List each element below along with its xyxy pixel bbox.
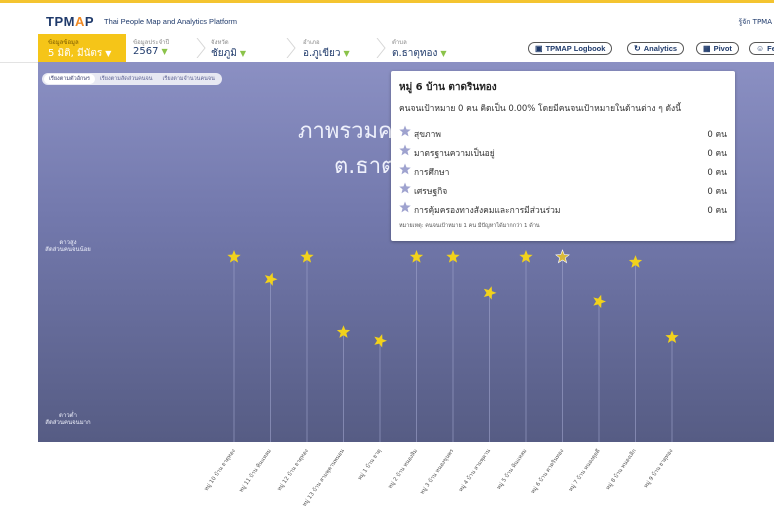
chevron-separator-icon (196, 38, 206, 58)
chevron-down-icon: ▼ (161, 47, 168, 56)
x-tick-label: หมู่ 8 บ้าน หนองเลิก (605, 448, 638, 492)
chevron-down-icon: ▼ (343, 49, 350, 58)
tooltip-row-name: มาตรฐานความเป็นอยู่ (414, 149, 495, 159)
tooltip-row-count: 0 คน (707, 149, 727, 159)
filter-value: ต.ธาตุทอง (392, 48, 438, 59)
tooltip-row-count: 0 คน (707, 206, 727, 216)
x-tick-label: หมู่ 7 บ้าน หนองคุยคี (567, 448, 602, 493)
refresh-icon: ↻ (634, 44, 641, 53)
village-tooltip: หมู่ 6 บ้าน ตาดรินทอง คนจนเป้าหมาย 0 คน … (391, 71, 735, 241)
chevron-separator-icon (286, 38, 296, 58)
tooltip-row-name: การศึกษา (414, 168, 450, 178)
pivot-label: Pivot (713, 44, 732, 53)
chevron-down-icon: ▼ (105, 49, 112, 58)
x-tick-label: หมู่ 12 บ้าน ธาตุทอง (276, 448, 310, 493)
x-tick-label: หมู่ 11 บ้าน หินแหลม (238, 448, 273, 494)
filter-year[interactable]: ข้อมูลประจำปี 2567 ▼ (133, 34, 193, 62)
star-icon (399, 201, 411, 213)
filter-value: 5 มิติ, มีนัตร (48, 48, 103, 59)
tooltip-row: การศึกษา 0 คน (399, 163, 727, 178)
filter-value: อ.ภูเขียว (303, 48, 341, 59)
tooltip-row: สุขภาพ 0 คน (399, 125, 727, 140)
tooltip-note: หมายเหตุ: คนจนเป้าหมาย 1 คน มีปัญหาได้มา… (399, 223, 540, 229)
star-icon (399, 144, 411, 156)
x-tick-label: หมู่ 3 บ้าน หนองขุนพร (419, 448, 456, 496)
tooltip-row-name: สุขภาพ (414, 130, 441, 140)
filter-value: ชัยภูมิ (211, 48, 237, 59)
tagline: Thai People Map and Analytics Platform (104, 17, 237, 26)
tpmap-logo[interactable]: TPMAP (46, 14, 94, 29)
tooltip-title: หมู่ 6 บ้าน ตาดรินทอง (399, 82, 497, 93)
logbook-label: TPMAP Logbook (545, 44, 606, 53)
tooltip-subtitle: คนจนเป้าหมาย 0 คน คิดเป็น 0.00% โดยมีคนจ… (399, 104, 682, 114)
chevron-down-icon: ▼ (440, 49, 447, 58)
about-link[interactable]: รู้จัก TPMA (738, 17, 772, 28)
analytics-button[interactable]: ↻ Analytics (627, 42, 685, 55)
x-tick-label: หมู่ 4 บ้าน สามพุคาน (458, 448, 492, 494)
x-tick-label: หมู่ 13 บ้าน สามพุคานพนอน (301, 448, 346, 508)
tooltip-row: การคุ้มครองทางสังคมและการมีส่วนร่วม 0 คน (399, 201, 727, 216)
star-icon (399, 163, 411, 175)
x-axis-labels: หมู่ 10 บ้าน ธาตุทอง หมู่ 11 บ้าน หินแหลม… (0, 442, 774, 520)
filter-dimension[interactable]: ข้อมูลข้อมูล 5 มิติ, มีนัตร ▼ (38, 34, 126, 62)
tooltip-row-count: 0 คน (707, 168, 727, 178)
filter-district[interactable]: อำเภอ อ.ภูเขียว ▼ (303, 34, 373, 62)
logbook-button[interactable]: ▣ TPMAP Logbook (528, 42, 613, 55)
tooltip-row-count: 0 คน (707, 187, 727, 197)
star-icon (399, 125, 411, 137)
filter-subdistrict[interactable]: ตำบล ต.ธาตุทอง ▼ (392, 34, 472, 62)
analytics-label: Analytics (643, 44, 678, 53)
smile-icon: ☺ (756, 44, 765, 53)
feedback-button[interactable]: ☺ Fe (749, 42, 774, 55)
tooltip-row-count: 0 คน (707, 130, 727, 140)
x-tick-label: หมู่ 9 บ้าน ธาตุทอง (643, 448, 675, 490)
x-tick-label: หมู่ 10 บ้าน ธาตุทอง (203, 448, 237, 493)
x-tick-label: หมู่ 6 บ้าน ตาดรินทอง (529, 448, 565, 496)
star-icon (399, 182, 411, 194)
tooltip-row: มาตรฐานความเป็นอยู่ 0 คน (399, 144, 727, 159)
feedback-label: Fe (767, 44, 774, 53)
tooltip-row-name: เศรษฐกิจ (414, 187, 448, 197)
chevron-down-icon: ▼ (239, 49, 246, 58)
pivot-icon: ▦ (703, 44, 711, 53)
tooltip-row: เศรษฐกิจ 0 คน (399, 182, 727, 197)
x-tick-label: หมู่ 2 บ้าน หนองสิม (387, 448, 419, 490)
x-tick-label: หมู่ 1 บ้าน ธาตุ (356, 448, 383, 482)
book-icon: ▣ (535, 44, 543, 53)
filter-province[interactable]: จังหวัด ชัยภูมิ ▼ (211, 34, 281, 62)
top-bar: TPMAP Thai People Map and Analytics Plat… (0, 0, 774, 34)
chart-panel: เรียงตามตัวอักษร เรียงตามสัดส่วนคนจน เรี… (38, 62, 774, 442)
chevron-separator-icon (376, 38, 386, 58)
pivot-button[interactable]: ▦ Pivot (696, 42, 739, 55)
x-tick-label: หมู่ 5 บ้าน หินแหลม (496, 448, 529, 491)
filter-value: 2567 (133, 46, 159, 57)
tooltip-row-name: การคุ้มครองทางสังคมและการมีส่วนร่วม (414, 206, 561, 216)
